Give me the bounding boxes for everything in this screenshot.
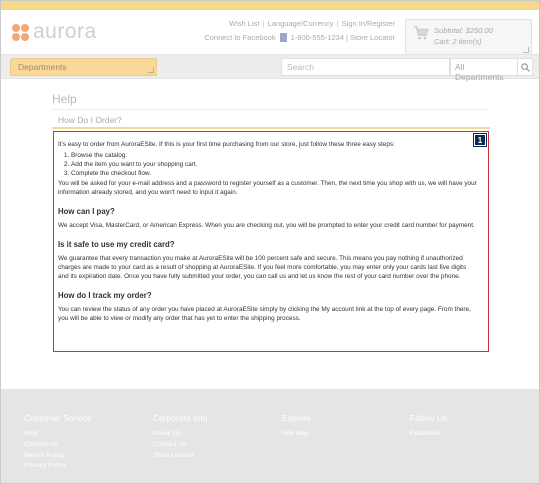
wish-list-link[interactable]: Wish List xyxy=(229,19,259,28)
cart-item-count: Cart: 2 item(s) xyxy=(434,37,482,46)
footer-column-customer-service: Customer Service Help Contact Us Return … xyxy=(24,413,92,472)
footer-heading: Customer Service xyxy=(24,413,92,423)
store-locator-link[interactable]: Store Locator xyxy=(350,33,395,42)
section-heading-safety: Is it safe to use my credit card? xyxy=(58,240,175,249)
site-logo[interactable]: aurora xyxy=(12,20,97,44)
footer-link-facebook[interactable]: Facebook xyxy=(410,429,447,440)
intro-text: It's easy to order from AuroraESite. If … xyxy=(58,141,395,148)
departments-button[interactable]: Departments xyxy=(10,58,157,76)
mini-cart[interactable]: Subtotal: $250.00 Cart: 2 item(s) xyxy=(405,19,532,56)
footer-link-contact-us[interactable]: Contact Us xyxy=(153,440,207,451)
cart-subtotal: Subtotal: $250.00 xyxy=(434,26,493,35)
footer-column-explore: Explore Site Map xyxy=(282,413,311,440)
phone-number: 1-800-555-1234 xyxy=(290,33,345,42)
sign-in-register-link[interactable]: Sign In/Register xyxy=(342,19,395,28)
departments-label: Departments xyxy=(18,62,67,72)
footer-link-return-policy[interactable]: Return Policy xyxy=(24,451,92,462)
site-footer: Customer Service Help Contact Us Return … xyxy=(1,389,539,483)
footer-link-help[interactable]: Help xyxy=(24,429,92,440)
shopping-cart-icon xyxy=(414,26,429,40)
top-accent-strip xyxy=(1,1,539,10)
footer-link-about-us[interactable]: About Us xyxy=(153,429,207,440)
footer-link-privacy-policy[interactable]: Privacy Policy xyxy=(24,461,92,472)
facebook-icon[interactable] xyxy=(279,33,287,42)
connect-facebook-link[interactable]: Connect to Facebook xyxy=(204,33,275,42)
footer-heading: Follow Us xyxy=(410,413,448,423)
footer-heading: Corporate Info xyxy=(153,413,208,423)
section-heading-tracking: How do I track my order? xyxy=(58,291,152,300)
registration-text: You will be asked for your e-mail addres… xyxy=(58,180,477,196)
footer-column-corporate-info: Corporate Info About Us Contact Us Store… xyxy=(153,413,207,461)
search-placeholder: Search xyxy=(287,62,314,72)
dropdown-grip-icon xyxy=(148,67,154,73)
footer-link-contact-us[interactable]: Contact Us xyxy=(24,440,92,451)
search-input[interactable]: Search xyxy=(281,58,450,76)
list-item: Browse the catalog. xyxy=(71,151,478,160)
logo-text: aurora xyxy=(33,20,97,43)
section-body-safety: We guarantee that every transaction you … xyxy=(58,255,467,280)
page-title: Help xyxy=(52,92,77,106)
page-subtitle: How Do I Order? xyxy=(52,112,490,129)
title-divider xyxy=(52,109,490,110)
section-body-payment: We accept Visa, MasterCard, or American … xyxy=(58,222,475,229)
footer-link-store-locator[interactable]: Store Locator xyxy=(153,451,207,462)
footer-link-site-map[interactable]: Site Map xyxy=(282,429,311,440)
site-header: aurora Wish List | Language/Currency | S… xyxy=(1,10,539,56)
help-article: 1 It's easy to order from AuroraESite. I… xyxy=(53,131,489,352)
contact-row: Connect to Facebook 1-800-555-1234 | Sto… xyxy=(204,33,395,42)
page-frame: aurora Wish List | Language/Currency | S… xyxy=(0,0,540,484)
article-body: It's easy to order from AuroraESite. If … xyxy=(58,140,478,325)
search-scope-value: All Departments xyxy=(455,62,504,82)
section-body-tracking: You can review the status of any order y… xyxy=(58,306,471,322)
resize-grip-icon xyxy=(523,47,529,53)
language-currency-link[interactable]: Language/Currency xyxy=(268,19,334,28)
footer-heading: Explore xyxy=(282,413,311,423)
logo-flower-icon xyxy=(12,23,29,41)
search-scope-select[interactable]: All Departments xyxy=(450,58,518,82)
steps-list: Browse the catalog. Add the item you wan… xyxy=(71,151,478,178)
navigation-bar: Departments Search All Departments xyxy=(1,54,539,82)
search-icon xyxy=(521,63,530,72)
list-item: Complete the checkout flow. xyxy=(71,169,478,178)
list-item: Add the item you want to your shopping c… xyxy=(71,160,478,169)
section-heading-payment: How can I pay? xyxy=(58,207,115,216)
footer-column-follow-us: Follow Us Facebook xyxy=(410,413,447,440)
utility-links: Wish List | Language/Currency | Sign In/… xyxy=(229,19,395,28)
search-button[interactable] xyxy=(517,58,533,76)
